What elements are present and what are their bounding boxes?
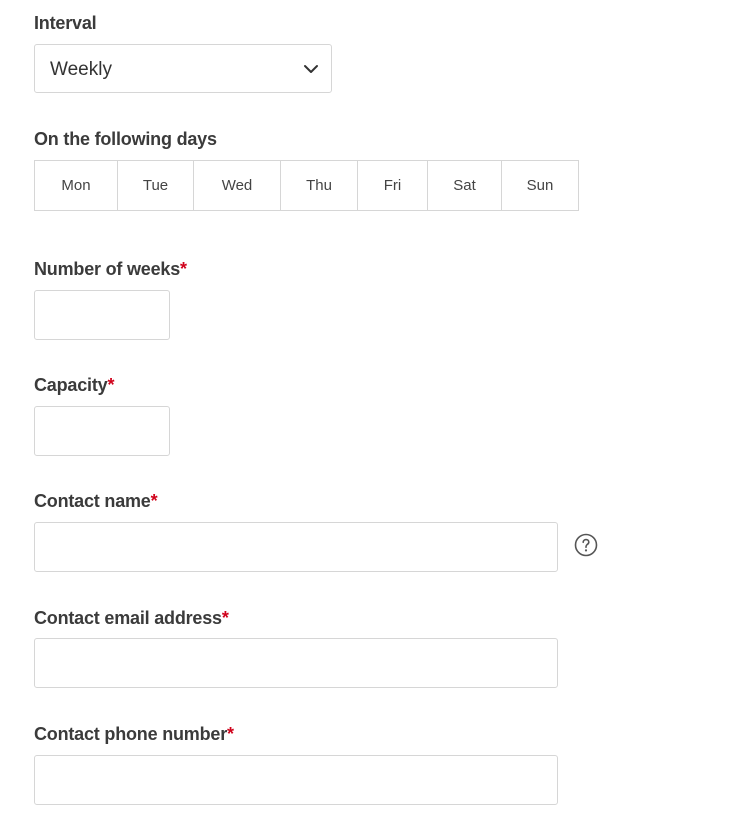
- contact-name-label: Contact name*: [34, 491, 158, 511]
- day-button-thu[interactable]: Thu: [281, 161, 358, 210]
- contact-email-label: Contact email address*: [34, 608, 229, 628]
- capacity-input[interactable]: [34, 406, 170, 456]
- day-button-fri[interactable]: Fri: [358, 161, 428, 210]
- days-label: On the following days: [34, 129, 217, 149]
- day-button-sat[interactable]: Sat: [428, 161, 502, 210]
- booking-form: Interval Weekly On the following days Mo…: [0, 0, 731, 835]
- day-button-mon[interactable]: Mon: [35, 161, 118, 210]
- weeks-input[interactable]: [34, 290, 170, 340]
- contact-phone-input[interactable]: [34, 755, 558, 805]
- required-indicator: *: [107, 375, 115, 395]
- interval-label: Interval: [34, 13, 97, 33]
- day-button-wed[interactable]: Wed: [194, 161, 281, 210]
- required-indicator: *: [180, 259, 187, 279]
- interval-selected-value: Weekly: [50, 59, 112, 80]
- help-circle-icon[interactable]: [574, 533, 598, 557]
- contact-email-input[interactable]: [34, 638, 558, 688]
- required-indicator: *: [221, 608, 229, 628]
- capacity-label: Capacity*: [34, 375, 115, 395]
- required-indicator: *: [227, 724, 234, 744]
- day-selector: Mon Tue Wed Thu Fri Sat Sun: [34, 160, 579, 211]
- required-indicator: *: [150, 491, 158, 511]
- interval-select[interactable]: Weekly: [34, 44, 332, 93]
- contact-name-input[interactable]: [34, 522, 558, 572]
- weeks-label: Number of weeks*: [34, 259, 187, 279]
- day-button-sun[interactable]: Sun: [502, 161, 578, 210]
- chevron-down-icon: [304, 65, 318, 73]
- day-button-tue[interactable]: Tue: [118, 161, 194, 210]
- contact-phone-label: Contact phone number*: [34, 724, 234, 744]
